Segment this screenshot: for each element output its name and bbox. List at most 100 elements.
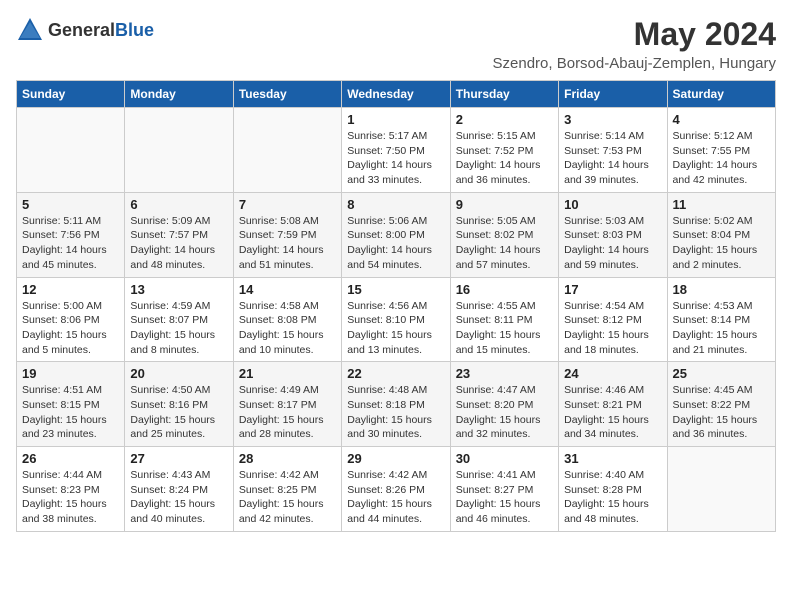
calendar-cell: 3Sunrise: 5:14 AMSunset: 7:53 PMDaylight…: [559, 108, 667, 193]
calendar-cell: 14Sunrise: 4:58 AMSunset: 8:08 PMDayligh…: [233, 277, 341, 362]
calendar-week-row: 19Sunrise: 4:51 AMSunset: 8:15 PMDayligh…: [17, 362, 776, 447]
day-of-week-header: Tuesday: [233, 81, 341, 108]
cell-sun-info: Sunrise: 4:40 AMSunset: 8:28 PMDaylight:…: [564, 468, 661, 527]
calendar-cell: 24 Sunrise: 4:46 AMSunset: 8:21 PMDayligh…: [559, 362, 667, 447]
day-of-week-header: Monday: [125, 81, 233, 108]
cell-sun-info: Sunrise: 4:53 AMSunset: 8:14 PMDaylight:…: [673, 299, 770, 358]
cell-day-number: 1: [347, 112, 444, 127]
cell-sun-info: Sunrise: 4:54 AMSunset: 8:12 PMDaylight:…: [564, 299, 661, 358]
calendar-cell: [17, 108, 125, 193]
cell-sun-info: Sunrise: 4:42 AMSunset: 8:25 PMDaylight:…: [239, 468, 336, 527]
cell-sun-info: Sunrise: 4:45 AMSunset: 8:22 PMDaylight:…: [673, 383, 770, 442]
cell-day-number: 25: [673, 366, 770, 381]
cell-day-number: 2: [456, 112, 553, 127]
cell-sun-info: Sunrise: 4:50 AMSunset: 8:16 PMDaylight:…: [130, 383, 227, 442]
calendar-cell: 9Sunrise: 5:05 AMSunset: 8:02 PMDaylight…: [450, 192, 558, 277]
cell-sun-info: Sunrise: 5:12 AMSunset: 7:55 PMDaylight:…: [673, 129, 770, 188]
calendar-cell: 28 Sunrise: 4:42 AMSunset: 8:25 PMDayligh…: [233, 447, 341, 532]
calendar-cell: 13 Sunrise: 4:59 AMSunset: 8:07 PMDayligh…: [125, 277, 233, 362]
cell-day-number: 6: [130, 197, 227, 212]
cell-sun-info: Sunrise: 4:47 AMSunset: 8:20 PMDaylight:…: [456, 383, 553, 442]
logo-general-text: GeneralBlue: [48, 20, 154, 41]
cell-day-number: 13: [130, 282, 227, 297]
cell-sun-info: Sunrise: 4:43 AMSunset: 8:24 PMDaylight:…: [130, 468, 227, 527]
cell-day-number: 15: [347, 282, 444, 297]
calendar-cell: 27 Sunrise: 4:43 AMSunset: 8:24 PMDayligh…: [125, 447, 233, 532]
subtitle: Szendro, Borsod-Abauj-Zemplen, Hungary: [493, 55, 776, 72]
logo-icon: [16, 16, 44, 44]
calendar-cell: 18Sunrise: 4:53 AMSunset: 8:14 PMDayligh…: [667, 277, 775, 362]
logo: GeneralBlue: [16, 16, 154, 44]
calendar-cell: 16 Sunrise: 4:55 AMSunset: 8:11 PMDayligh…: [450, 277, 558, 362]
calendar-cell: 26 Sunrise: 4:44 AMSunset: 8:23 PMDayligh…: [17, 447, 125, 532]
cell-day-number: 11: [673, 197, 770, 212]
cell-sun-info: Sunrise: 4:59 AMSunset: 8:07 PMDaylight:…: [130, 299, 227, 358]
cell-sun-info: Sunrise: 5:00 AMSunset: 8:06 PMDaylight:…: [22, 299, 119, 358]
calendar-cell: 22 Sunrise: 4:48 AMSunset: 8:18 PMDayligh…: [342, 362, 450, 447]
cell-sun-info: Sunrise: 5:06 AMSunset: 8:00 PMDaylight:…: [347, 214, 444, 273]
calendar-cell: 10 Sunrise: 5:03 AMSunset: 8:03 PMDayligh…: [559, 192, 667, 277]
cell-day-number: 14: [239, 282, 336, 297]
cell-sun-info: Sunrise: 5:08 AMSunset: 7:59 PMDaylight:…: [239, 214, 336, 273]
cell-day-number: 5: [22, 197, 119, 212]
cell-day-number: 30: [456, 451, 553, 466]
cell-sun-info: Sunrise: 5:05 AMSunset: 8:02 PMDaylight:…: [456, 214, 553, 273]
calendar-cell: 11 Sunrise: 5:02 AMSunset: 8:04 PMDayligh…: [667, 192, 775, 277]
cell-day-number: 17: [564, 282, 661, 297]
cell-day-number: 24: [564, 366, 661, 381]
main-title: May 2024: [493, 16, 776, 53]
calendar-cell: 19Sunrise: 4:51 AMSunset: 8:15 PMDayligh…: [17, 362, 125, 447]
calendar-week-row: 1 Sunrise: 5:17 AMSunset: 7:50 PMDaylight…: [17, 108, 776, 193]
cell-day-number: 19: [22, 366, 119, 381]
cell-day-number: 23: [456, 366, 553, 381]
day-of-week-header: Thursday: [450, 81, 558, 108]
day-of-week-header: Friday: [559, 81, 667, 108]
calendar-cell: 29 Sunrise: 4:42 AMSunset: 8:26 PMDayligh…: [342, 447, 450, 532]
calendar-cell: 21 Sunrise: 4:49 AMSunset: 8:17 PMDayligh…: [233, 362, 341, 447]
calendar-header-row: SundayMondayTuesdayWednesdayThursdayFrid…: [17, 81, 776, 108]
calendar-cell: 31 Sunrise: 4:40 AMSunset: 8:28 PMDayligh…: [559, 447, 667, 532]
calendar-week-row: 5 Sunrise: 5:11 AMSunset: 7:56 PMDaylight…: [17, 192, 776, 277]
cell-sun-info: Sunrise: 4:55 AMSunset: 8:11 PMDaylight:…: [456, 299, 553, 358]
cell-day-number: 29: [347, 451, 444, 466]
cell-sun-info: Sunrise: 4:56 AMSunset: 8:10 PMDaylight:…: [347, 299, 444, 358]
cell-sun-info: Sunrise: 4:41 AMSunset: 8:27 PMDaylight:…: [456, 468, 553, 527]
cell-sun-info: Sunrise: 4:44 AMSunset: 8:23 PMDaylight:…: [22, 468, 119, 527]
calendar-cell: 7Sunrise: 5:08 AMSunset: 7:59 PMDaylight…: [233, 192, 341, 277]
calendar-table: SundayMondayTuesdayWednesdayThursdayFrid…: [16, 80, 776, 532]
cell-sun-info: Sunrise: 4:48 AMSunset: 8:18 PMDaylight:…: [347, 383, 444, 442]
cell-sun-info: Sunrise: 5:02 AMSunset: 8:04 PMDaylight:…: [673, 214, 770, 273]
calendar-cell: 12 Sunrise: 5:00 AMSunset: 8:06 PMDayligh…: [17, 277, 125, 362]
cell-day-number: 12: [22, 282, 119, 297]
cell-day-number: 31: [564, 451, 661, 466]
cell-sun-info: Sunrise: 4:49 AMSunset: 8:17 PMDaylight:…: [239, 383, 336, 442]
cell-day-number: 10: [564, 197, 661, 212]
calendar-cell: 6 Sunrise: 5:09 AMSunset: 7:57 PMDaylight…: [125, 192, 233, 277]
day-of-week-header: Sunday: [17, 81, 125, 108]
cell-day-number: 27: [130, 451, 227, 466]
cell-day-number: 22: [347, 366, 444, 381]
cell-sun-info: Sunrise: 5:09 AMSunset: 7:57 PMDaylight:…: [130, 214, 227, 273]
day-of-week-header: Saturday: [667, 81, 775, 108]
calendar-cell: 25 Sunrise: 4:45 AMSunset: 8:22 PMDayligh…: [667, 362, 775, 447]
cell-day-number: 3: [564, 112, 661, 127]
cell-sun-info: Sunrise: 5:15 AMSunset: 7:52 PMDaylight:…: [456, 129, 553, 188]
cell-sun-info: Sunrise: 4:42 AMSunset: 8:26 PMDaylight:…: [347, 468, 444, 527]
cell-sun-info: Sunrise: 5:11 AMSunset: 7:56 PMDaylight:…: [22, 214, 119, 273]
cell-sun-info: Sunrise: 5:03 AMSunset: 8:03 PMDaylight:…: [564, 214, 661, 273]
cell-day-number: 16: [456, 282, 553, 297]
calendar-cell: 30 Sunrise: 4:41 AMSunset: 8:27 PMDayligh…: [450, 447, 558, 532]
cell-sun-info: Sunrise: 5:17 AMSunset: 7:50 PMDaylight:…: [347, 129, 444, 188]
cell-day-number: 4: [673, 112, 770, 127]
calendar-cell: 5 Sunrise: 5:11 AMSunset: 7:56 PMDaylight…: [17, 192, 125, 277]
cell-day-number: 21: [239, 366, 336, 381]
calendar-cell: 8Sunrise: 5:06 AMSunset: 8:00 PMDaylight…: [342, 192, 450, 277]
calendar-week-row: 26 Sunrise: 4:44 AMSunset: 8:23 PMDayligh…: [17, 447, 776, 532]
calendar-cell: [667, 447, 775, 532]
calendar-cell: 2 Sunrise: 5:15 AMSunset: 7:52 PMDaylight…: [450, 108, 558, 193]
cell-day-number: 28: [239, 451, 336, 466]
calendar-cell: 23 Sunrise: 4:47 AMSunset: 8:20 PMDayligh…: [450, 362, 558, 447]
cell-day-number: 26: [22, 451, 119, 466]
cell-sun-info: Sunrise: 4:46 AMSunset: 8:21 PMDaylight:…: [564, 383, 661, 442]
page-header: GeneralBlue May 2024 Szendro, Borsod-Aba…: [16, 16, 776, 72]
